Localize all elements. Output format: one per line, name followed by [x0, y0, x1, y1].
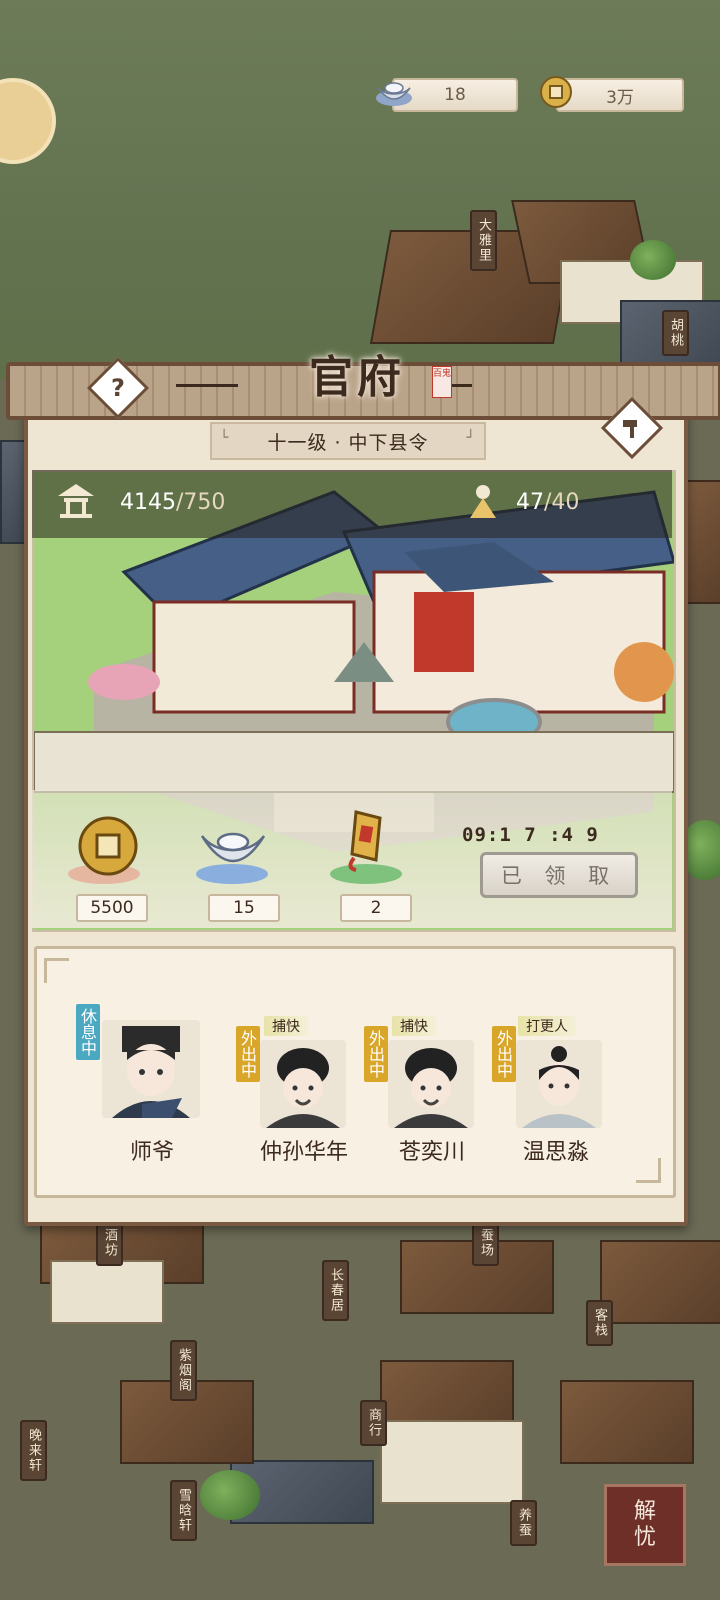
claimed-button[interactable]: 已 领 取 — [480, 852, 638, 898]
title-decoration-left — [176, 384, 238, 387]
copper-coin-icon[interactable] — [76, 814, 140, 882]
hammer-icon — [623, 420, 637, 438]
jieyou-label-1: 解 — [633, 1499, 656, 1524]
level-corner-right: ┘ — [466, 430, 476, 446]
map-wall — [380, 1420, 524, 1504]
tree — [200, 1470, 260, 1520]
map-wall — [50, 1260, 164, 1324]
corner-decoration — [636, 1158, 661, 1183]
map-building[interactable] — [684, 480, 720, 604]
role-tag: 捕快 — [392, 1016, 436, 1036]
map-sign-jiufang[interactable]: 酒坊 — [96, 1220, 123, 1266]
status-tag-out: 外出中 — [236, 1026, 260, 1082]
map-building[interactable] — [560, 1380, 694, 1464]
silver-ingot-icon — [374, 74, 414, 110]
prosperity-max: /750 — [176, 490, 226, 515]
pavilion-icon — [56, 480, 96, 520]
staff-card-zhongsun[interactable]: 捕快 外出中 仲孙华年 — [236, 1010, 356, 1180]
population-icon — [466, 482, 500, 520]
office-level: └ 十一级 · 中下县令 ┘ — [210, 422, 486, 460]
reward-timer: 09:1 7 :4 9 — [462, 824, 599, 846]
map-sign-xuehanxuan[interactable]: 雪晗轩 — [170, 1480, 197, 1541]
staff-name: 温思淼 — [522, 1140, 589, 1165]
population-max: /40 — [544, 490, 580, 515]
map-sign-ziyange[interactable]: 紫烟阁 — [170, 1340, 197, 1401]
map-sign-dayali[interactable]: 大雅里 — [470, 210, 497, 271]
jieyou-button[interactable]: 解 忧 — [604, 1484, 686, 1566]
help-icon: ? — [111, 374, 125, 402]
population-value: 47 — [516, 490, 544, 515]
jieyou-label-2: 忧 — [633, 1525, 656, 1550]
map-sign-kezhan[interactable]: 客栈 — [586, 1300, 613, 1346]
map-sign-changchunju[interactable]: 长春居 — [322, 1260, 349, 1321]
status-tag-resting: 休息中 — [76, 1004, 100, 1060]
corner-decoration — [44, 958, 69, 983]
silver-amount: 18 — [444, 85, 466, 105]
map-sign-wanlaixuan[interactable]: 晚来轩 — [20, 1420, 47, 1481]
role-tag: 捕快 — [264, 1016, 308, 1036]
prosperity-value: 4145 — [120, 490, 176, 515]
panel-title: 官府 — [309, 352, 405, 403]
avatar — [102, 1020, 200, 1118]
staff-name: 师爷 — [129, 1140, 174, 1165]
avatar — [516, 1040, 602, 1128]
silver-ingot-icon[interactable] — [198, 822, 268, 882]
reward-silver-amount: 15 — [208, 894, 280, 922]
copper-coin-icon — [538, 74, 578, 110]
coin-amount: 3万 — [606, 87, 634, 108]
avatar — [388, 1040, 474, 1128]
map-sign-canchang[interactable]: 蚕场 — [472, 1220, 499, 1266]
order-token-icon[interactable] — [342, 808, 388, 876]
map-sign-yangcan[interactable]: 养蚕 — [510, 1500, 537, 1546]
office-level-text: 十一级 · 中下县令 — [267, 431, 429, 454]
map-building[interactable] — [600, 1240, 720, 1324]
avatar — [260, 1040, 346, 1128]
role-tag: 打更人 — [518, 1016, 576, 1036]
status-tag-out: 外出中 — [364, 1026, 388, 1082]
staff-card-cangyichuan[interactable]: 捕快 外出中 苍奕川 — [364, 1010, 484, 1180]
level-corner-left: └ — [220, 430, 230, 446]
map-sign-hutao[interactable]: 胡桃 — [662, 310, 689, 356]
prosperity-stat: 4145/750 — [120, 490, 225, 515]
title-seal: 百鬼 — [432, 366, 452, 398]
staff-name: 苍奕川 — [398, 1140, 465, 1165]
staff-card-wensimiao[interactable]: 打更人 外出中 温思淼 — [492, 1010, 612, 1180]
map-sign-shanghang[interactable]: 商行 — [360, 1400, 387, 1446]
tree — [630, 240, 676, 280]
reward-coin-amount: 5500 — [76, 894, 148, 922]
population-stat: 47/40 — [516, 490, 579, 515]
staff-card-shiye[interactable]: 休息中 师爷 — [76, 1004, 212, 1180]
staff-name: 仲孙华年 — [259, 1140, 348, 1165]
claimed-label: 已 领 取 — [500, 864, 618, 888]
status-tag-out: 外出中 — [492, 1026, 516, 1082]
reward-token-amount: 2 — [340, 894, 412, 922]
